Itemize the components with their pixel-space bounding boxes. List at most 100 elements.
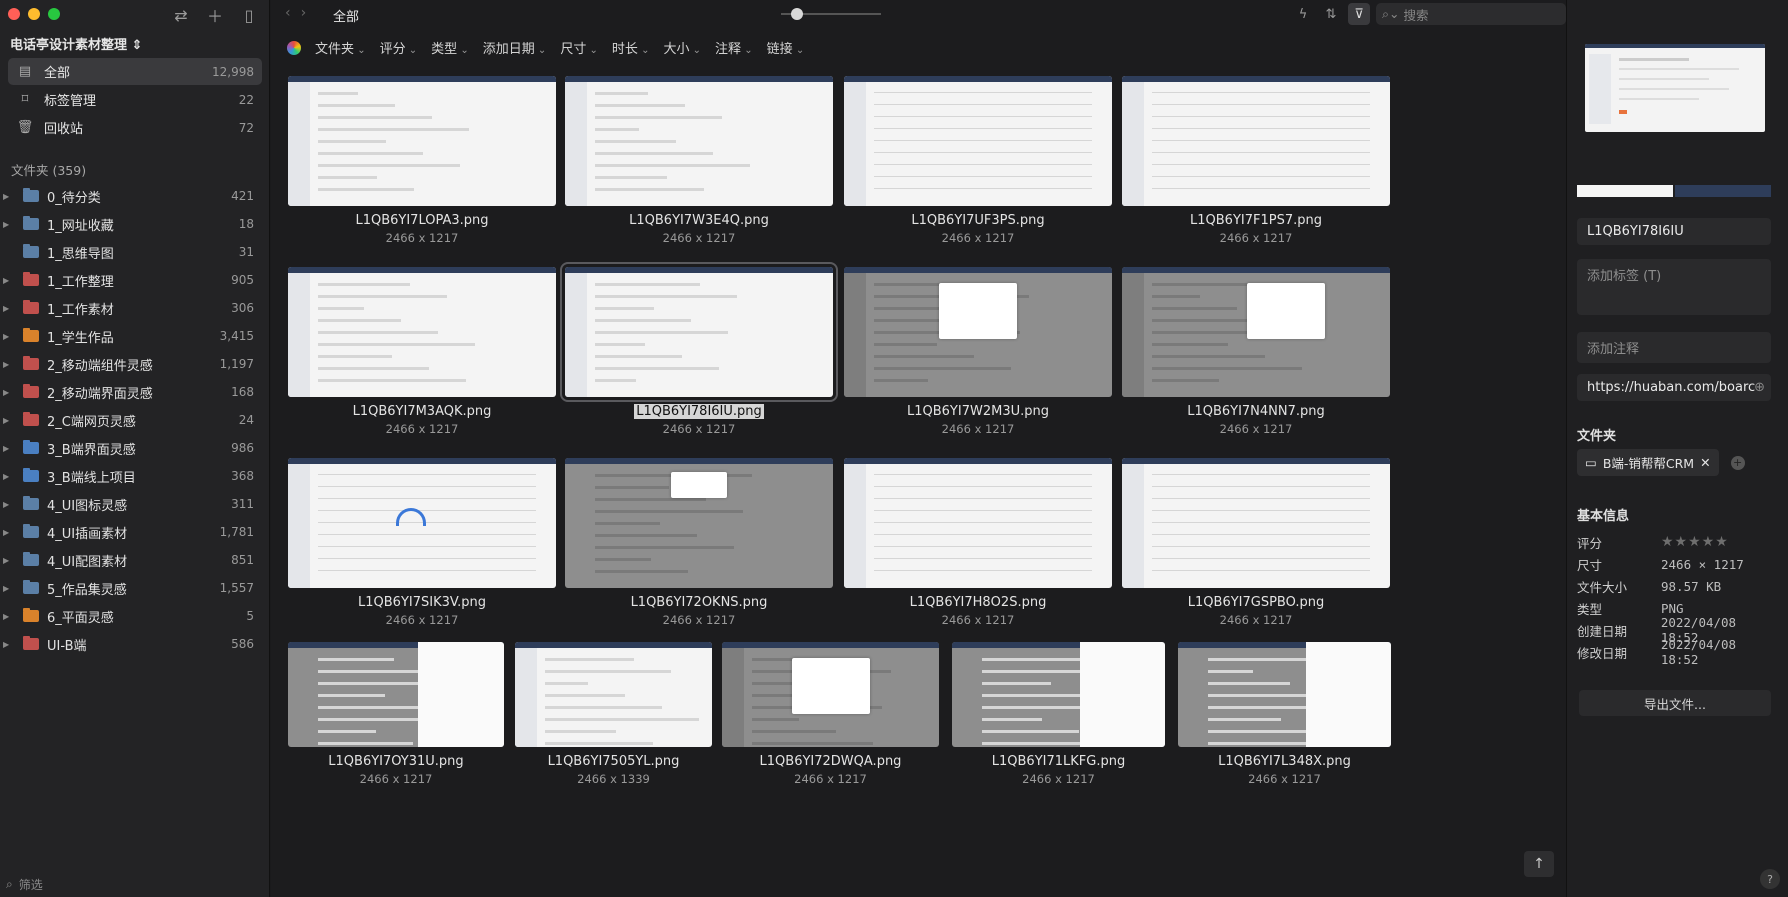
asset-card[interactable]: L1QB6YI7OY31U.png 2466 x 1217	[288, 642, 504, 786]
search-input[interactable]: ⌕⌄ 搜索	[1376, 3, 1566, 25]
asset-card[interactable]: L1QB6YI7GSPBO.png 2466 x 1217	[1122, 458, 1390, 627]
asset-thumbnail[interactable]	[560, 262, 838, 402]
sidebar-folder[interactable]: ▶ 1_工作整理 905	[0, 266, 262, 294]
sidebar-folder[interactable]: ▶ 1_工作素材 306	[0, 294, 262, 322]
minimize-window-button[interactable]	[28, 8, 40, 20]
color-filter-icon[interactable]	[287, 40, 301, 55]
add-icon[interactable]: ＋	[204, 4, 226, 26]
sidebar-filter[interactable]: ⌕ 筛选	[0, 871, 270, 897]
library-switcher[interactable]: 电话亭设计素材整理 ⇕	[10, 34, 142, 53]
filename-field[interactable]: L1QB6YI78I6IU	[1577, 218, 1771, 245]
disclosure-triangle-icon[interactable]: ▶	[3, 556, 13, 565]
asset-filename[interactable]: L1QB6YI72OKNS.png	[565, 595, 833, 610]
asset-filename[interactable]: L1QB6YI7LOPA3.png	[288, 213, 556, 228]
asset-thumbnail[interactable]	[565, 76, 833, 206]
filter-chip[interactable]: 评分	[380, 38, 418, 57]
asset-thumbnail[interactable]	[288, 642, 504, 747]
asset-filename[interactable]: L1QB6YI7F1PS7.png	[1122, 213, 1390, 228]
disclosure-triangle-icon[interactable]: ▶	[3, 416, 13, 425]
asset-thumbnail[interactable]	[1178, 642, 1391, 747]
export-button[interactable]: 导出文件...	[1579, 690, 1771, 716]
sidebar-folder[interactable]: ▶ 6_平面灵感 5	[0, 602, 262, 630]
asset-thumbnail[interactable]	[515, 642, 712, 747]
asset-card[interactable]: L1QB6YI72DWQA.png 2466 x 1217	[722, 642, 939, 786]
disclosure-triangle-icon[interactable]: ▶	[3, 640, 13, 649]
palette-swatch[interactable]	[1675, 185, 1771, 197]
asset-filename[interactable]: L1QB6YI7505YL.png	[515, 754, 712, 769]
filter-chip[interactable]: 添加日期	[483, 38, 547, 57]
asset-card[interactable]: L1QB6YI7505YL.png 2466 x 1339	[515, 642, 712, 786]
sidebar-folder[interactable]: ▶ 4_UI插画素材 1,781	[0, 518, 262, 546]
forward-icon[interactable]: ›	[301, 5, 307, 21]
asset-thumbnail[interactable]	[288, 267, 556, 397]
sidebar-folder[interactable]: ▶ 4_UI图标灵感 311	[0, 490, 262, 518]
preview-image[interactable]	[1585, 44, 1765, 132]
folder-chip[interactable]: ▭ B端-销帮帮CRM ✕	[1577, 449, 1719, 476]
disclosure-triangle-icon[interactable]: ▶	[3, 500, 13, 509]
asset-filename[interactable]: L1QB6YI71LKFG.png	[952, 754, 1165, 769]
asset-card[interactable]: L1QB6YI7W3E4Q.png 2466 x 1217	[565, 76, 833, 245]
sidebar-folder[interactable]: ▶ 2_C端网页灵感 24	[0, 406, 262, 434]
asset-filename[interactable]: L1QB6YI7H8O2S.png	[844, 595, 1112, 610]
disclosure-triangle-icon[interactable]: ▶	[3, 612, 13, 621]
disclosure-triangle-icon[interactable]: ▶	[3, 276, 13, 285]
asset-card[interactable]: L1QB6YI78I6IU.png 2466 x 1217	[560, 262, 838, 436]
asset-thumbnail[interactable]	[1122, 267, 1390, 397]
asset-card[interactable]: L1QB6YI7M3AQK.png 2466 x 1217	[288, 267, 556, 436]
close-window-button[interactable]	[8, 8, 20, 20]
disclosure-triangle-icon[interactable]: ▶	[3, 472, 13, 481]
thumbnail-size-slider[interactable]	[781, 8, 881, 20]
asset-filename[interactable]: L1QB6YI7UF3PS.png	[844, 213, 1112, 228]
filter-chip[interactable]: 时长	[612, 38, 650, 57]
color-palette[interactable]	[1577, 185, 1771, 197]
asset-filename[interactable]: L1QB6YI7SIK3V.png	[288, 595, 556, 610]
url-field[interactable]: https://huaban.com/boarc ⊕	[1577, 374, 1771, 401]
rating-stars[interactable]: ★★★★★	[1661, 534, 1729, 550]
sidebar-folder[interactable]: ▶ 1_学生作品 3,415	[0, 322, 262, 350]
asset-thumbnail[interactable]	[952, 642, 1165, 747]
sidebar-folder[interactable]: ▶ 2_移动端组件灵感 1,197	[0, 350, 262, 378]
sidebar-folder[interactable]: ▶ 3_B端线上项目 368	[0, 462, 262, 490]
asset-filename[interactable]: L1QB6YI72DWQA.png	[722, 754, 939, 769]
asset-card[interactable]: L1QB6YI72OKNS.png 2466 x 1217	[565, 458, 833, 627]
sidebar-folder[interactable]: ▶ UI-B端 586	[0, 630, 262, 658]
asset-filename[interactable]: L1QB6YI7L348X.png	[1178, 754, 1391, 769]
asset-card[interactable]: L1QB6YI7F1PS7.png 2466 x 1217	[1122, 76, 1390, 245]
note-input[interactable]: 添加注释	[1577, 332, 1771, 363]
asset-thumbnail[interactable]	[722, 642, 939, 747]
asset-thumbnail[interactable]	[844, 458, 1112, 588]
asset-card[interactable]: L1QB6YI7L348X.png 2466 x 1217	[1178, 642, 1391, 786]
disclosure-triangle-icon[interactable]: ▶	[3, 388, 13, 397]
sidebar-folder[interactable]: ▶ 0_待分类 421	[0, 182, 262, 210]
asset-card[interactable]: L1QB6YI7UF3PS.png 2466 x 1217	[844, 76, 1112, 245]
globe-icon[interactable]: ⊕	[1754, 380, 1765, 395]
sort-icon[interactable]: ⇅	[1320, 3, 1342, 25]
disclosure-triangle-icon[interactable]: ▶	[3, 528, 13, 537]
slider-knob[interactable]	[791, 8, 803, 20]
asset-card[interactable]: L1QB6YI7SIK3V.png 2466 x 1217	[288, 458, 556, 627]
sidebar-item-tags[interactable]: ⌑ 标签管理 22	[8, 86, 262, 113]
sidebar-item-all[interactable]: ▤ 全部 12,998	[8, 58, 262, 85]
back-to-top-button[interactable]: ↑	[1524, 851, 1554, 877]
disclosure-triangle-icon[interactable]: ▶	[3, 584, 13, 593]
asset-thumbnail[interactable]	[1122, 76, 1390, 206]
filter-chip[interactable]: 链接	[767, 38, 805, 57]
sidebar-folder[interactable]: ▶ 4_UI配图素材 851	[0, 546, 262, 574]
back-icon[interactable]: ‹	[285, 5, 291, 21]
asset-filename[interactable]: L1QB6YI7W2M3U.png	[844, 404, 1112, 419]
disclosure-triangle-icon[interactable]: ▶	[3, 360, 13, 369]
disclosure-triangle-icon[interactable]: ▶	[3, 192, 13, 201]
asset-filename[interactable]: L1QB6YI7OY31U.png	[288, 754, 504, 769]
tags-input[interactable]: 添加标签 (T)	[1577, 259, 1771, 315]
filter-chip[interactable]: 文件夹	[315, 38, 366, 57]
asset-card[interactable]: L1QB6YI7N4NN7.png 2466 x 1217	[1122, 267, 1390, 436]
close-icon[interactable]: ✕	[1700, 455, 1710, 470]
filter-chip[interactable]: 大小	[663, 38, 701, 57]
help-icon[interactable]: ?	[1760, 869, 1780, 889]
sidebar-toggle-icon[interactable]: ▯	[238, 4, 260, 26]
filter-chip[interactable]: 注释	[715, 38, 753, 57]
lightning-icon[interactable]: ϟ	[1292, 3, 1314, 25]
zoom-window-button[interactable]	[48, 8, 60, 20]
asset-card[interactable]: L1QB6YI71LKFG.png 2466 x 1217	[952, 642, 1165, 786]
asset-filename[interactable]: L1QB6YI7GSPBO.png	[1122, 595, 1390, 610]
